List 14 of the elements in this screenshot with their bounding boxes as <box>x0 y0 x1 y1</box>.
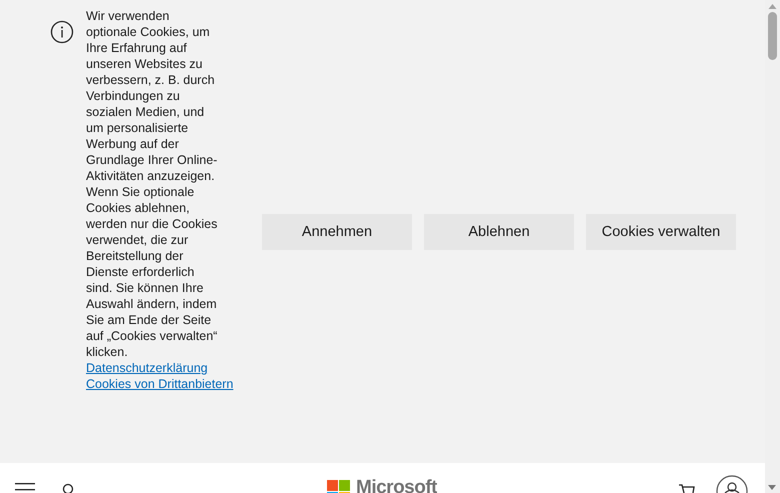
cookie-message: Wir verwenden optionale Cookies, um Ihre Erfahrung auf unseren Websites zu verbessern, z. B. durch Verbindungen zu sozialen Medien, und um personalisierte Werbung auf der Grundlage Ihrer Online-Aktivitäten anzuzeigen. Wenn Sie optionale Cookies ablehnen, werden nur die Cookies verwendet, die zur Bereitstellung der Dienste erforderlich sind. Sie können Ihre Auswahl ändern, indem Sie am Ende der Seite auf „Cookies verwalten“ klicken. <box>86 8 218 360</box>
account-icon[interactable] <box>716 475 748 493</box>
menu-icon[interactable] <box>15 483 35 493</box>
cookie-button[interactable]: Ablehnen <box>424 214 574 250</box>
cookie-button[interactable]: Cookies verwalten <box>586 214 736 250</box>
policy-link[interactable]: Datenschutzerklärung <box>86 360 208 376</box>
cart-icon[interactable] <box>678 483 696 493</box>
logo-icon <box>327 480 350 493</box>
info-icon <box>50 20 74 44</box>
logo-text[interactable]: Microsoft <box>356 477 437 493</box>
policy-link[interactable]: Cookies von Drittanbietern <box>86 376 234 392</box>
scrollbar[interactable] <box>765 0 780 493</box>
search-icon[interactable] <box>61 483 75 493</box>
cookie-button[interactable]: Annehmen <box>262 214 412 250</box>
